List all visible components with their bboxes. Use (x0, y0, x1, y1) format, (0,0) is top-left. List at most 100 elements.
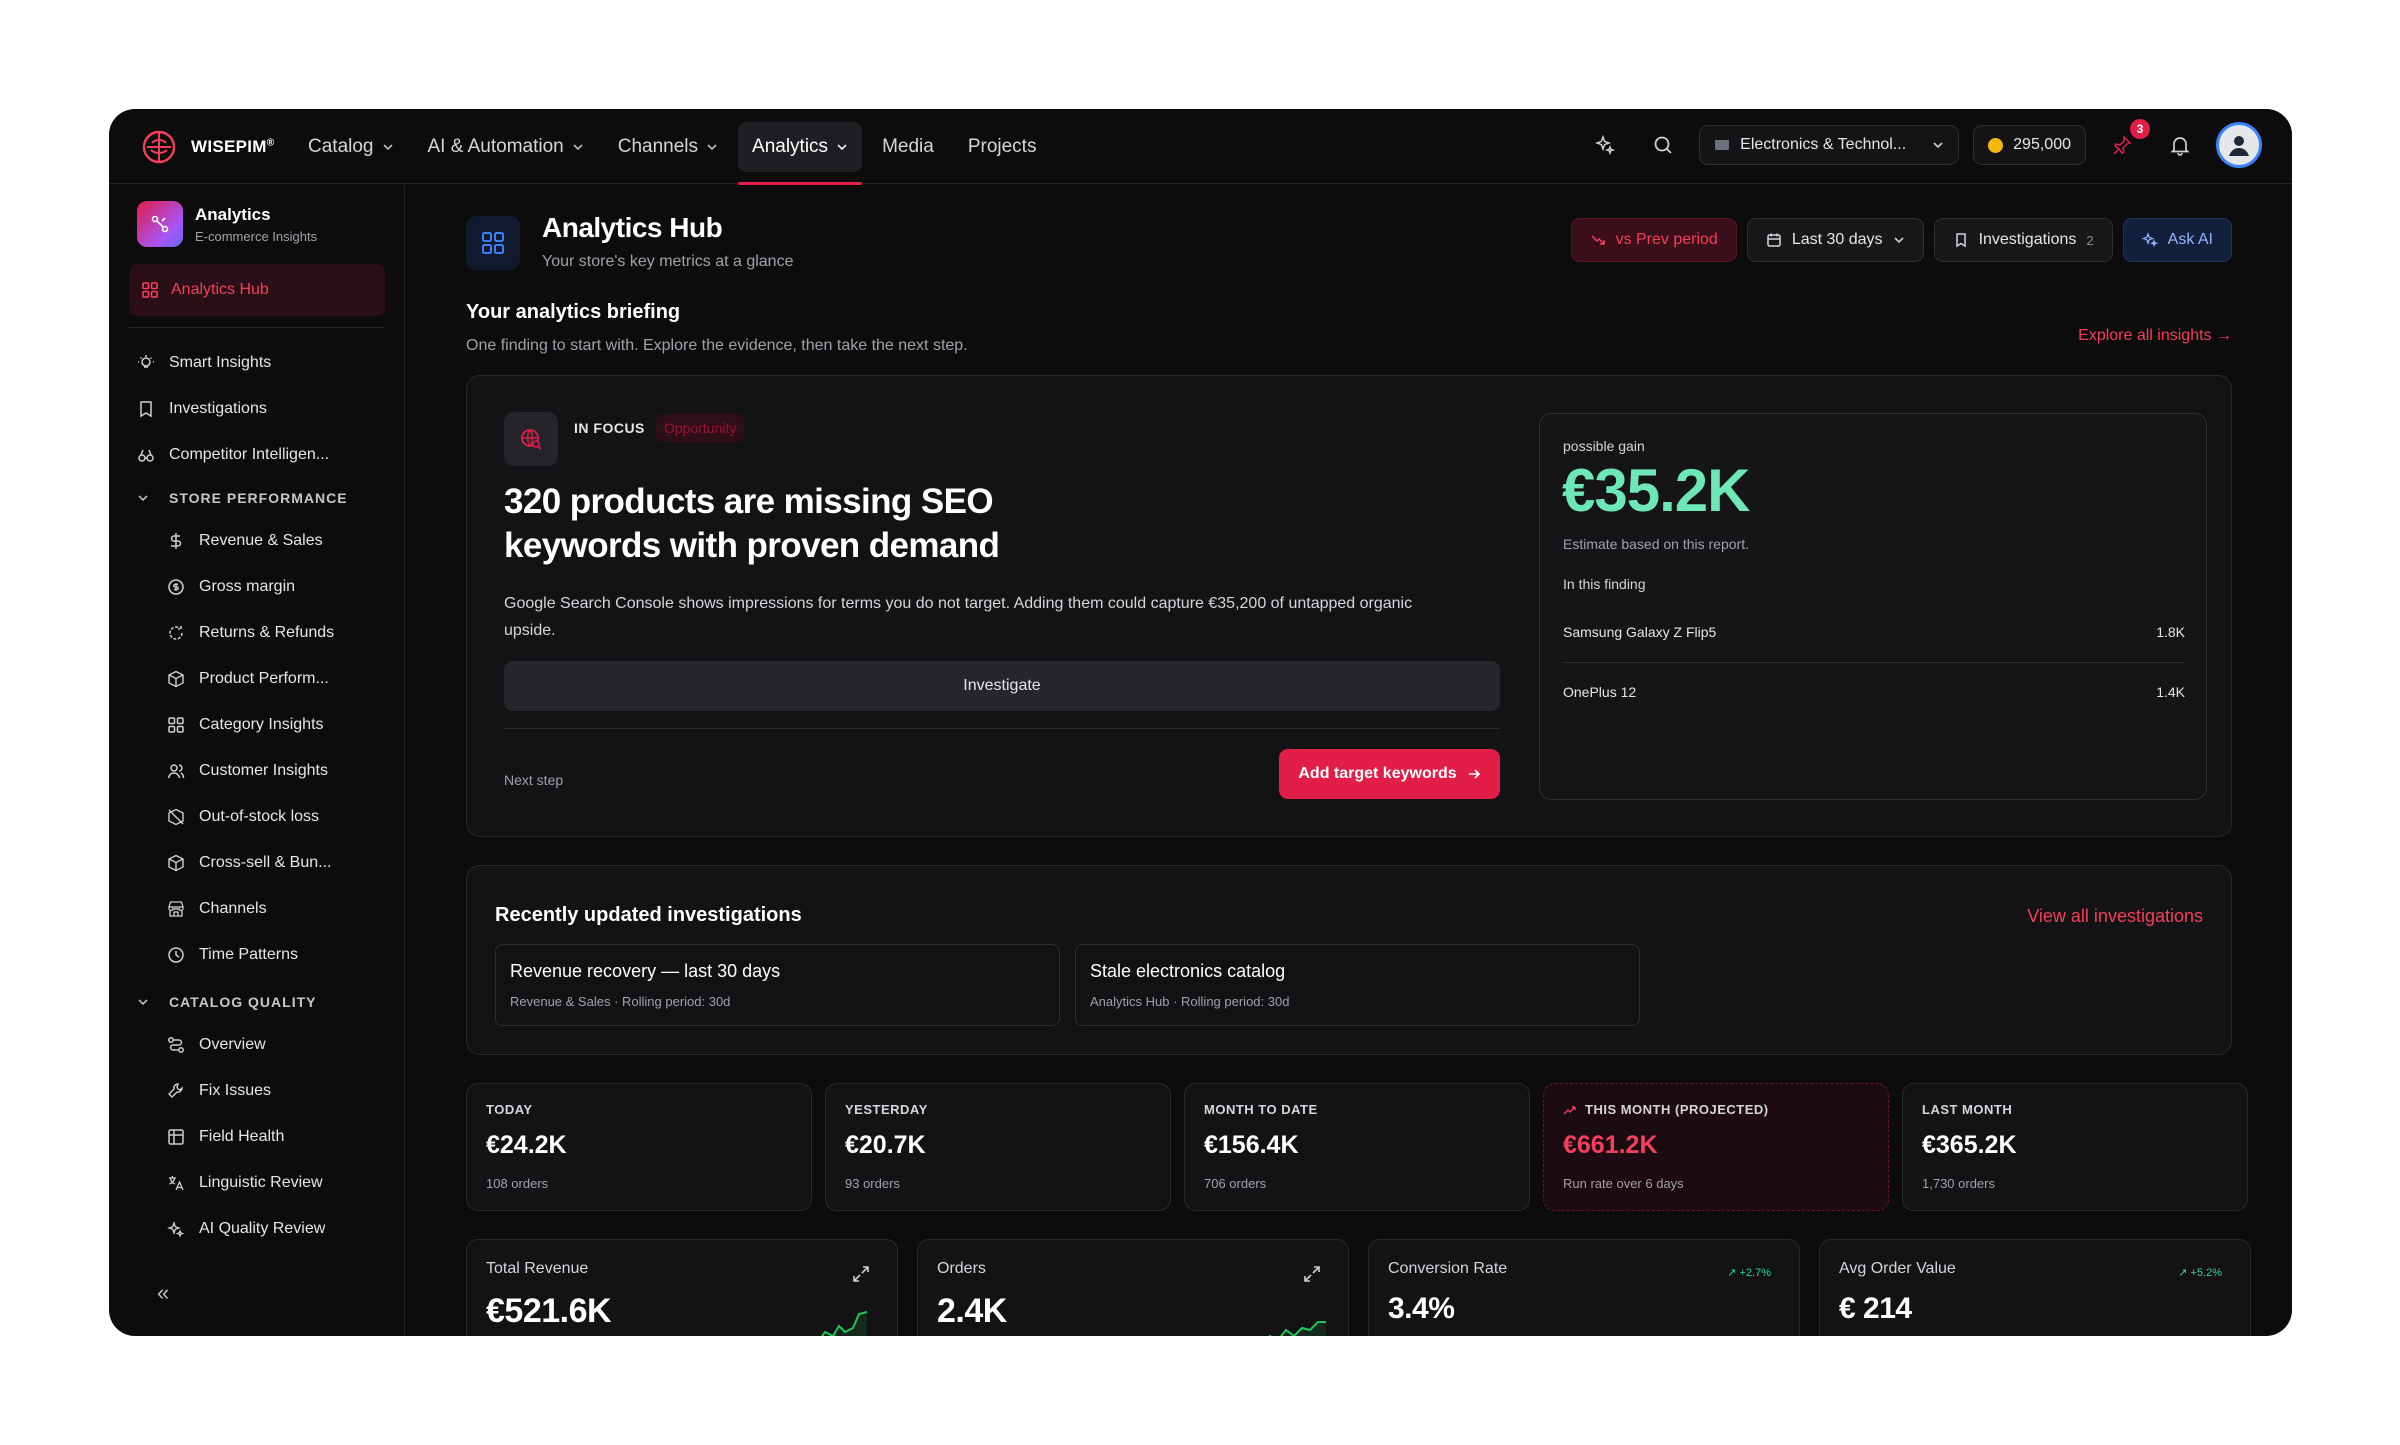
chevron-down-icon (382, 144, 393, 151)
search-icon[interactable] (1641, 123, 1685, 167)
expand-icon[interactable] (1302, 1264, 1322, 1284)
expand-icon[interactable] (851, 1264, 871, 1284)
investigation-item[interactable]: Stale electronics catalog Analytics Hub … (1075, 944, 1640, 1026)
sidebar-item-label: Field Health (199, 1128, 285, 1145)
binoculars-icon (138, 449, 154, 462)
explore-insights-link[interactable]: Explore all insights → (2078, 327, 2232, 345)
date-range-label: Last 30 days (1791, 231, 1883, 248)
sidebar-item-smart-insights[interactable]: Smart Insights (109, 340, 405, 386)
sidebar-item-overview[interactable]: Overview (109, 1022, 405, 1068)
nav-catalog[interactable]: Catalog (294, 122, 408, 172)
pin-icon (2113, 135, 2132, 155)
sidebar-title: Analytics (195, 204, 271, 224)
nav-media[interactable]: Media (868, 122, 948, 172)
sidebar-item-investigations[interactable]: Investigations (109, 386, 405, 432)
sparkles-icon (167, 1221, 185, 1238)
sidebar-item-time-patterns[interactable]: Time Patterns (109, 932, 405, 978)
sidebar-item-product-performance[interactable]: Product Perform... (109, 656, 405, 702)
sidebar-item-analytics-hub[interactable]: Analytics Hub (129, 264, 385, 316)
gain-label: possible gain (1563, 438, 1645, 454)
metric-orders[interactable]: Orders 2.4K (917, 1239, 1349, 1336)
sidebar-item-gross-margin[interactable]: Gross margin (109, 564, 405, 610)
sidebar-item-label: Analytics Hub (171, 281, 269, 298)
sidebar-item-fix-issues[interactable]: Fix Issues (109, 1068, 405, 1114)
date-range-button[interactable]: Last 30 days (1746, 218, 1924, 262)
kpi-sub: 706 orders (1204, 1176, 1267, 1191)
kpi-value: €365.2K (1922, 1131, 2017, 1159)
sidebar-item-competitor-intelligence[interactable]: Competitor Intelligen... (109, 432, 405, 478)
sidebar-item-label: Time Patterns (199, 946, 298, 963)
collapse-sidebar-button[interactable]: « (157, 1280, 169, 1306)
workspace-selector[interactable]: Electronics & Technol... (1699, 125, 1960, 165)
sidebar-item-label: Category Insights (199, 716, 324, 733)
lightbulb-icon (138, 355, 154, 368)
kpi-last-month[interactable]: LAST MONTH €365.2K 1,730 orders (1902, 1083, 2248, 1211)
user-avatar[interactable] (2216, 122, 2262, 168)
sidebar-item-cross-sell-bundles[interactable]: Cross-sell & Bun... (109, 840, 405, 886)
gain-note: Estimate based on this report. (1563, 536, 1749, 552)
translate-icon (169, 1176, 184, 1191)
metric-avg-order-value[interactable]: Avg Order Value € 214 ↗ +5.2% (1819, 1239, 2251, 1336)
investigation-meta: Analytics Hub · Rolling period: 30d (1090, 994, 1290, 1009)
sparkles-icon[interactable] (1583, 123, 1627, 167)
coin-dollar-icon (168, 579, 184, 595)
brand-logo[interactable]: WISEPIM® (139, 127, 274, 167)
kpi-month-to-date[interactable]: MONTH TO DATE €156.4K 706 orders (1184, 1083, 1530, 1211)
route-icon (168, 1037, 184, 1053)
bookmark-icon (1955, 233, 1966, 248)
nav-channels[interactable]: Channels (604, 122, 732, 172)
kpi-label: YESTERDAY (845, 1102, 928, 1117)
sidebar-item-category-insights[interactable]: Category Insights (109, 702, 405, 748)
view-all-investigations-link[interactable]: View all investigations (2027, 906, 2203, 927)
sidebar-item-label: Customer Insights (199, 762, 328, 779)
flag-icon (1715, 140, 1730, 150)
sidebar-item-returns-refunds[interactable]: Returns & Refunds (109, 610, 405, 656)
page-subtitle: Your store's key metrics at a glance (542, 253, 794, 270)
boxes-icon (168, 854, 184, 872)
sidebar-item-out-of-stock-loss[interactable]: Out-of-stock loss (109, 794, 405, 840)
ask-ai-button[interactable]: Ask AI (2122, 218, 2232, 262)
page-title: Analytics Hub (542, 212, 723, 243)
investigate-button[interactable]: Investigate (504, 661, 1500, 711)
sidebar-item-channels[interactable]: Channels (109, 886, 405, 932)
metric-total-revenue[interactable]: Total Revenue €521.6K (466, 1239, 898, 1336)
pin-notifications[interactable]: 3 (2100, 119, 2150, 167)
finding-row[interactable]: OnePlus 12 1.4K (1563, 684, 2185, 700)
sidebar-item-label: Channels (199, 900, 267, 917)
sidebar-subtitle: E-commerce Insights (195, 228, 318, 244)
table-icon (168, 1129, 184, 1145)
sidebar-group-catalog-quality[interactable]: CATALOG QUALITY (109, 982, 405, 1022)
briefing-subtitle: One finding to start with. Explore the e… (466, 337, 968, 354)
bell-icon[interactable] (2158, 123, 2202, 167)
kpi-today[interactable]: TODAY €24.2K 108 orders (466, 1083, 812, 1211)
sparkles-icon (2141, 232, 2158, 248)
kpi-value: €24.2K (486, 1131, 567, 1159)
sidebar-item-label: Linguistic Review (199, 1174, 323, 1191)
nav-ai-automation[interactable]: AI & Automation (414, 122, 598, 172)
metric-conversion-rate[interactable]: Conversion Rate 3.4% ↗ +2.7% (1368, 1239, 1800, 1336)
kpi-yesterday[interactable]: YESTERDAY €20.7K 93 orders (825, 1083, 1171, 1211)
finding-value: 1.4K (2156, 684, 2185, 700)
credits-balance[interactable]: 295,000 (1973, 125, 2086, 165)
brain-logo-icon (142, 130, 176, 164)
investigations-count: 2 (2086, 232, 2094, 248)
sidebar-item-customer-insights[interactable]: Customer Insights (109, 748, 405, 794)
add-target-keywords-button[interactable]: Add target keywords (1279, 749, 1500, 799)
compare-prev-period-button[interactable]: vs Prev period (1570, 218, 1737, 262)
investigations-button[interactable]: Investigations 2 (1933, 218, 2113, 262)
kpi-projected[interactable]: THIS MONTH (PROJECTED) €661.2K Run rate … (1543, 1083, 1889, 1211)
sidebar-item-linguistic-review[interactable]: Linguistic Review (109, 1160, 405, 1206)
nav-projects[interactable]: Projects (954, 122, 1051, 172)
sidebar-item-revenue-sales[interactable]: Revenue & Sales (109, 518, 405, 564)
calendar-icon (1767, 233, 1781, 247)
finding-row[interactable]: Samsung Galaxy Z Flip5 1.8K (1563, 624, 2185, 640)
finding-product: Samsung Galaxy Z Flip5 (1563, 624, 1717, 640)
nav-analytics[interactable]: Analytics (738, 122, 863, 185)
investigation-item[interactable]: Revenue recovery — last 30 days Revenue … (495, 944, 1060, 1026)
sidebar-item-field-health[interactable]: Field Health (109, 1114, 405, 1160)
chevron-down-icon (1893, 237, 1904, 244)
sidebar-group-store-performance[interactable]: STORE PERFORMANCE (109, 478, 405, 518)
sidebar-item-ai-quality-review[interactable]: AI Quality Review (109, 1206, 405, 1252)
kpi-label: THIS MONTH (PROJECTED) (1563, 1102, 1869, 1117)
chevron-down-icon (1933, 142, 1943, 149)
